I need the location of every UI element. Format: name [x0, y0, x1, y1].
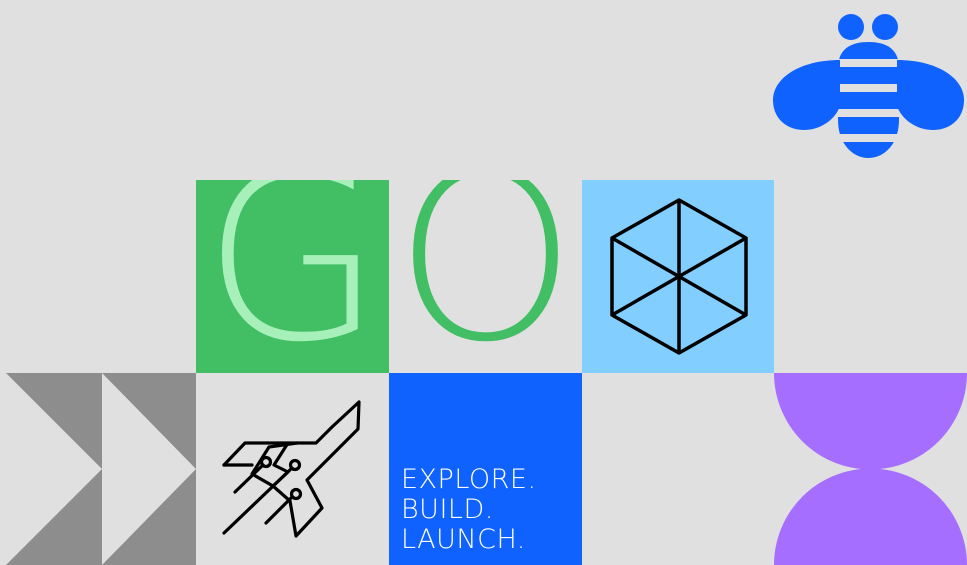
- rocket-tile: [196, 373, 389, 565]
- slogan-line-launch: LAUNCH.: [401, 524, 526, 555]
- hexagon-cube-tile: [582, 180, 774, 373]
- letter-g: G: [202, 180, 383, 373]
- letter-o: O: [394, 180, 577, 373]
- slogan-line-build: BUILD.: [401, 494, 494, 525]
- slogan-tile: EXPLORE. BUILD. LAUNCH.: [389, 373, 582, 565]
- letter-o-tile: O: [389, 180, 582, 373]
- slogan: EXPLORE. BUILD. LAUNCH.: [401, 465, 537, 555]
- bee-icon: [770, 8, 967, 163]
- rocket-icon: [222, 400, 361, 538]
- letter-g-tile: G: [196, 180, 389, 373]
- hexagon-cube-icon: [610, 198, 748, 355]
- fast-forward-chevrons-icon: [0, 373, 196, 565]
- half-circles-icon: [774, 373, 967, 565]
- go-artwork-canvas: G O EXPLORE. BUILD. LAUNCH.: [0, 0, 967, 565]
- slogan-line-explore: EXPLORE.: [401, 464, 537, 495]
